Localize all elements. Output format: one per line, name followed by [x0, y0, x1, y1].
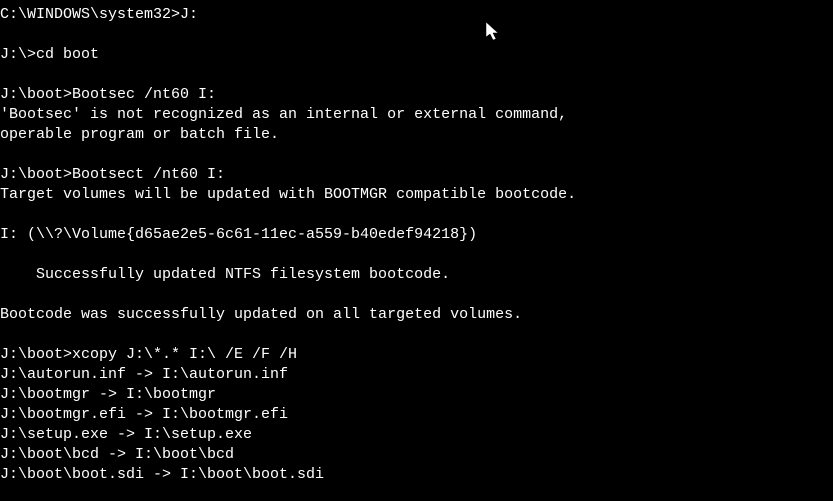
terminal-line: Target volumes will be updated with BOOT…: [0, 185, 833, 205]
terminal-output[interactable]: C:\WINDOWS\system32>J: J:\>cd boot J:\bo…: [0, 5, 833, 485]
terminal-line: J:\bootmgr.efi -> I:\bootmgr.efi: [0, 405, 833, 425]
terminal-line: C:\WINDOWS\system32>J:: [0, 5, 833, 25]
terminal-line: [0, 65, 833, 85]
terminal-line: [0, 325, 833, 345]
terminal-line: [0, 25, 833, 45]
terminal-line: J:\setup.exe -> I:\setup.exe: [0, 425, 833, 445]
terminal-line: 'Bootsec' is not recognized as an intern…: [0, 105, 833, 125]
terminal-line: [0, 205, 833, 225]
terminal-line: J:\boot\boot.sdi -> I:\boot\boot.sdi: [0, 465, 833, 485]
terminal-line: J:\bootmgr -> I:\bootmgr: [0, 385, 833, 405]
terminal-line: Bootcode was successfully updated on all…: [0, 305, 833, 325]
terminal-line: operable program or batch file.: [0, 125, 833, 145]
terminal-line: J:\boot>Bootsect /nt60 I:: [0, 165, 833, 185]
terminal-line: J:\boot>xcopy J:\*.* I:\ /E /F /H: [0, 345, 833, 365]
terminal-line: J:\autorun.inf -> I:\autorun.inf: [0, 365, 833, 385]
terminal-line: [0, 145, 833, 165]
terminal-line: Successfully updated NTFS filesystem boo…: [0, 265, 833, 285]
terminal-line: [0, 245, 833, 265]
terminal-line: [0, 285, 833, 305]
terminal-line: J:\>cd boot: [0, 45, 833, 65]
terminal-line: I: (\\?\Volume{d65ae2e5-6c61-11ec-a559-b…: [0, 225, 833, 245]
terminal-line: J:\boot>Bootsec /nt60 I:: [0, 85, 833, 105]
terminal-line: J:\boot\bcd -> I:\boot\bcd: [0, 445, 833, 465]
